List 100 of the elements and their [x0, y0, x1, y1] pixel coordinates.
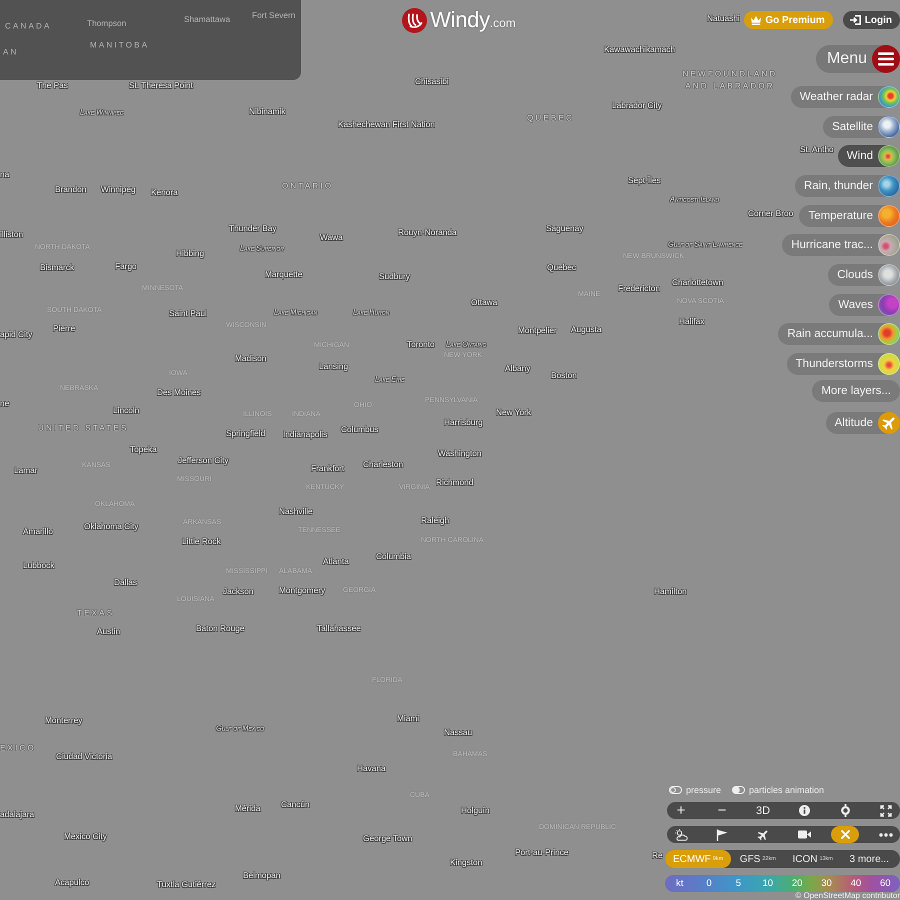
login-button[interactable]: Login — [842, 11, 900, 29]
city-label: Port-au-Prince — [515, 848, 568, 858]
region-label: EXICO — [0, 743, 36, 753]
info-icon — [798, 805, 810, 816]
zoom-out-button[interactable]: − — [708, 802, 736, 819]
attribution-link[interactable]: © OpenStreetMap contributor — [795, 892, 900, 900]
city-label: Pierre — [53, 324, 76, 334]
scale-value-label: 5 — [736, 878, 742, 889]
city-label: ne — [0, 399, 10, 409]
layer-button[interactable]: Waves — [829, 294, 900, 316]
scale-value-label: 20 — [792, 878, 802, 889]
city-label: Kenora — [151, 188, 178, 198]
city-label: Saguenay — [546, 224, 584, 234]
menu-button[interactable]: Menu — [816, 45, 900, 73]
city-label: Shamattawa — [184, 15, 230, 25]
city-label: Acapulco — [55, 878, 90, 888]
city-label: Charleston — [363, 460, 404, 470]
more-layers-button[interactable]: More layers... — [812, 380, 900, 402]
city-label: Hibbing — [176, 249, 204, 259]
city-label: Fredericton — [618, 284, 660, 294]
city-label: Hamilton — [654, 587, 687, 597]
city-label: Jefferson City — [178, 456, 229, 466]
city-label: Tuxtla Gutiérrez — [157, 880, 216, 890]
close-button[interactable] — [831, 826, 859, 843]
airplane-icon — [757, 828, 769, 840]
airplane-icon — [878, 412, 900, 434]
city-label: Little Rock — [182, 537, 221, 547]
more-icon — [879, 832, 893, 836]
video-camera-icon — [798, 830, 810, 839]
layer-button[interactable]: Rain accumula... — [778, 323, 900, 346]
region-label: MANITOBA — [90, 40, 150, 50]
city-label: Nashville — [279, 507, 313, 517]
layer-button[interactable]: Rain, thunder — [794, 174, 900, 197]
city-label: Quebec — [547, 263, 576, 273]
layer-button[interactable]: Temperature — [799, 204, 900, 227]
city-label: George Town — [363, 834, 412, 844]
city-label: Rouyn-Noranda — [398, 228, 457, 238]
city-label: Sept-Îles — [628, 176, 661, 186]
scale-value-label: 60 — [880, 878, 891, 889]
zoom-in-button[interactable]: + — [667, 802, 695, 819]
city-label: Baton Rouge — [196, 624, 244, 634]
login-icon — [850, 15, 861, 25]
city-label: Nibinamik — [249, 107, 286, 117]
city-label: Amarillo — [23, 527, 53, 537]
city-label: Chisasibi — [415, 77, 449, 87]
site-logo-text[interactable]: Windy.com — [430, 7, 516, 33]
city-label: Fargo — [115, 262, 137, 272]
city-label: Tallahassee — [317, 624, 361, 634]
city-label: Labrador City — [612, 101, 662, 111]
layer-toggle[interactable]: pressure — [669, 785, 722, 795]
city-label: Monterrey — [45, 716, 82, 726]
city-label: Frankfort — [311, 464, 344, 474]
region-label: ONTARIO — [282, 181, 334, 191]
city-label: Toronto — [407, 340, 435, 350]
city-label: Montpelier — [518, 326, 557, 336]
city-label: Topeka — [130, 445, 157, 455]
city-label: Cancún — [281, 800, 310, 810]
3d-view-button[interactable]: 3D — [749, 802, 777, 819]
city-label: adalajara — [0, 810, 34, 820]
scale-unit-label: kt — [676, 878, 684, 889]
region-label: TEXAS — [77, 608, 114, 618]
layer-button[interactable]: Hurricane trac... — [782, 234, 900, 256]
city-label: Lubbock — [23, 561, 54, 571]
city-label: Columbus — [341, 425, 378, 435]
city-label: Miami — [397, 714, 420, 724]
city-label: Nassau — [444, 728, 472, 738]
altitude-button[interactable]: Altitude — [826, 412, 900, 434]
city-label: Thompson — [87, 19, 126, 29]
layer-button[interactable]: Wind — [838, 145, 900, 168]
layer-button[interactable]: Clouds — [828, 264, 900, 286]
city-label: Natuashi — [707, 14, 740, 24]
map-thumbnail-icon — [878, 323, 900, 346]
city-label: Lincoln — [113, 406, 140, 416]
logo-icon[interactable] — [402, 8, 428, 32]
premium-button[interactable]: Go Premium — [744, 11, 833, 29]
city-label: Thunder Bay — [229, 224, 277, 234]
city-label: Saint Paul — [169, 309, 207, 319]
model-tab[interactable]: 3 more... — [842, 850, 897, 868]
map-thumbnail-icon — [878, 353, 900, 376]
layer-button[interactable]: Weather radar — [790, 86, 900, 108]
layer-button[interactable]: Thunderstorms — [786, 353, 900, 376]
cloud-sun-icon — [674, 828, 688, 840]
city-label: The Pas — [37, 81, 68, 91]
city-label: Belmopan — [243, 871, 280, 881]
city-label: Winnipeg — [101, 185, 136, 195]
city-label: St. Theresa Point — [129, 81, 193, 91]
city-label: Holguín — [461, 806, 490, 816]
city-label: Dallas — [114, 578, 138, 588]
city-label: Madison — [235, 354, 266, 364]
scale-value-label: 40 — [850, 878, 862, 889]
city-label: Halifax — [679, 317, 704, 327]
layer-toggle[interactable]: particles animation — [732, 785, 824, 795]
crown-icon — [751, 16, 762, 24]
city-label: Columbia — [376, 552, 412, 562]
city-label: na — [0, 170, 10, 180]
region-label: AN — [3, 47, 19, 57]
city-label: illiston — [0, 230, 24, 240]
city-label: Raleigh — [421, 516, 450, 526]
city-label: Fort Severn — [252, 11, 296, 21]
layer-button[interactable]: Satellite — [823, 116, 900, 138]
